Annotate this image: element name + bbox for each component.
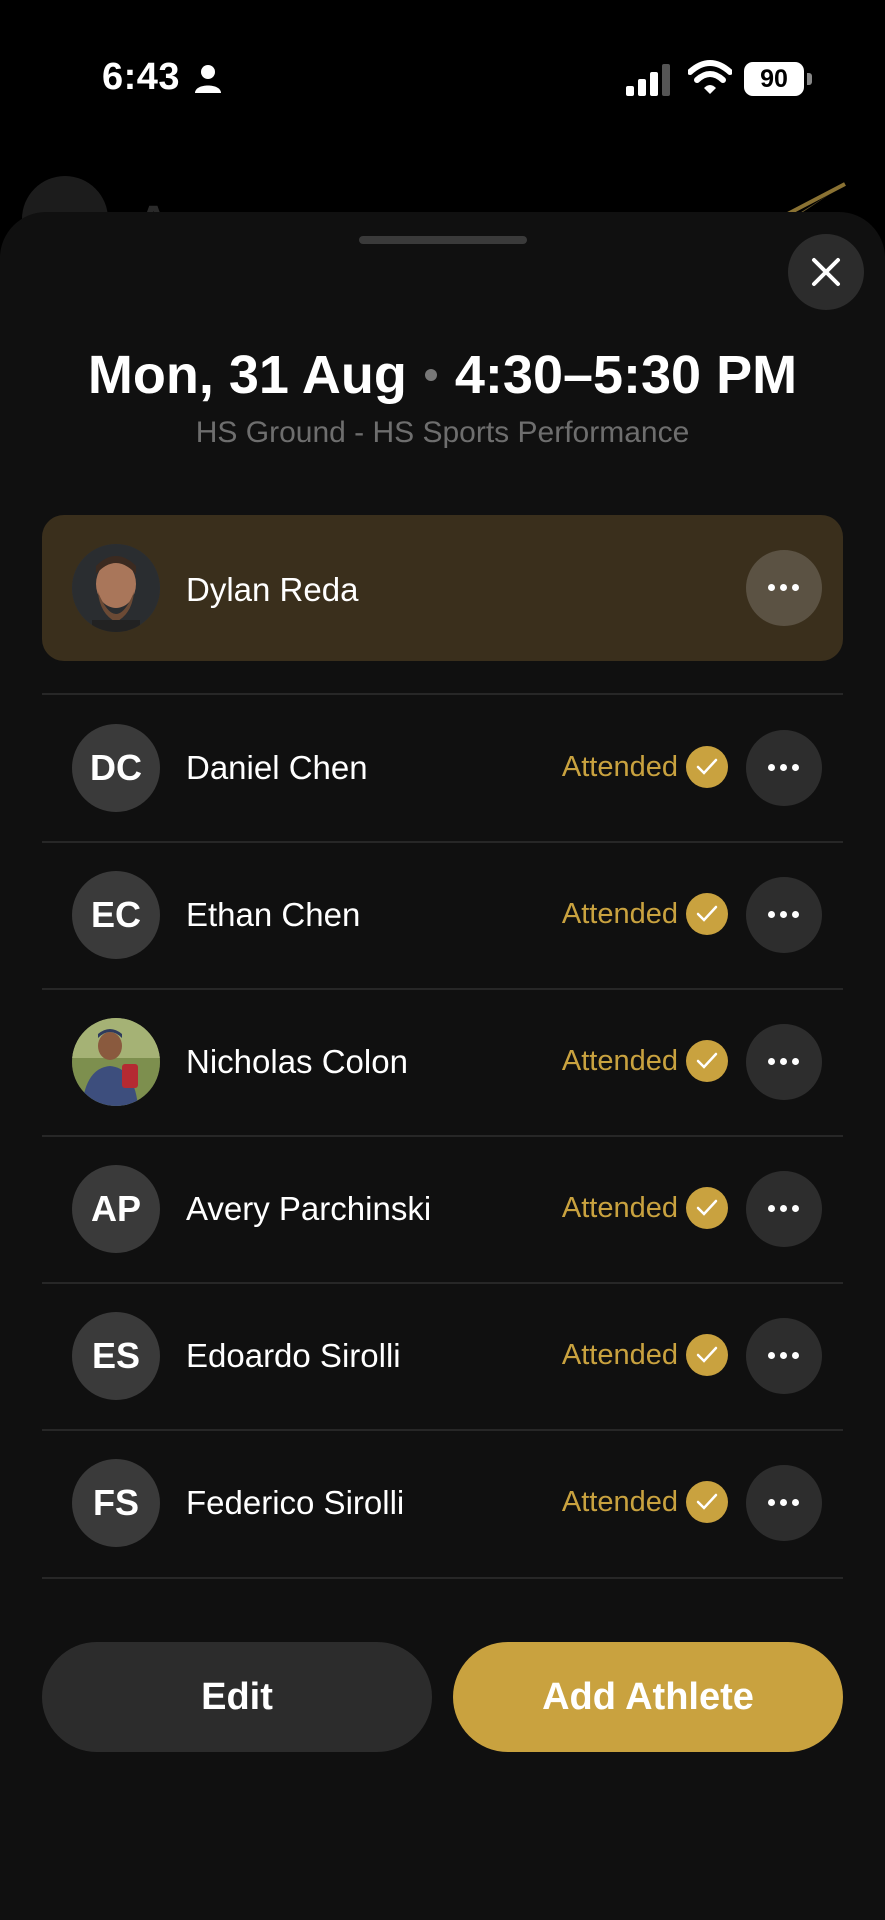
more-icon [768, 1205, 800, 1213]
athlete-avatar: AP [72, 1165, 160, 1253]
battery-tip [807, 73, 812, 85]
athlete-avatar: DC [72, 724, 160, 812]
athlete-name: Avery Parchinski [186, 1190, 432, 1227]
coach-name: Dylan Reda [186, 571, 359, 608]
athlete-row[interactable]: ES Edoardo Sirolli Attended [42, 1283, 843, 1429]
sheet-grabber[interactable] [359, 236, 527, 244]
athlete-initials: DC [90, 747, 142, 788]
athlete-more-button[interactable] [746, 877, 822, 953]
separator-dot [424, 368, 437, 381]
athlete-more-button[interactable] [746, 1171, 822, 1247]
check-icon [686, 893, 728, 935]
edit-button[interactable]: Edit [42, 1642, 432, 1752]
battery-level: 90 [744, 62, 804, 96]
close-icon [812, 258, 840, 286]
athlete-name: Nicholas Colon [186, 1043, 408, 1080]
athlete-name: Daniel Chen [186, 749, 368, 786]
close-button[interactable] [788, 234, 864, 310]
session-time: 4:30–5:30 PM [454, 345, 798, 405]
athlete-avatar: ES [72, 1312, 160, 1400]
more-icon [768, 911, 800, 919]
athlete-initials: AP [90, 1188, 141, 1229]
athlete-name: Edoardo Sirolli [186, 1337, 401, 1374]
athlete-initials: EC [90, 894, 141, 935]
more-icon [768, 1352, 800, 1360]
coach-more-button[interactable] [746, 550, 822, 626]
divider [42, 1577, 843, 1579]
check-icon [686, 1481, 728, 1523]
athlete-more-button[interactable] [746, 1024, 822, 1100]
athlete-name: Federico Sirolli [186, 1484, 405, 1521]
athlete-avatar: EC [72, 871, 160, 959]
athlete-initials: ES [91, 1335, 141, 1376]
athlete-more-button[interactable] [746, 1318, 822, 1394]
attendance-status: Attended [561, 751, 678, 783]
more-icon [768, 1058, 800, 1066]
athlete-avatar-photo [72, 1018, 160, 1106]
add-athlete-button[interactable]: Add Athlete [453, 1642, 843, 1752]
battery-icon: 90 [744, 62, 812, 96]
athlete-more-button[interactable] [746, 1465, 822, 1541]
athlete-row[interactable]: Nicholas Colon Attended [42, 989, 843, 1135]
session-location: HS Ground - HS Sports Performance [195, 416, 690, 449]
more-icon [768, 764, 800, 772]
attendance-status: Attended [561, 1339, 678, 1371]
athlete-initials: FS [92, 1482, 139, 1523]
wifi-icon [688, 60, 732, 94]
more-icon [768, 584, 800, 592]
status-bar: 6:43 90 [0, 0, 885, 160]
athlete-name: Ethan Chen [186, 896, 361, 933]
signal-icon [626, 64, 670, 96]
check-icon [686, 1334, 728, 1376]
athlete-row[interactable]: FS Federico Sirolli Attended [42, 1430, 843, 1576]
more-icon [768, 1499, 800, 1507]
session-date: Mon, 31 Aug [87, 345, 407, 405]
athlete-row[interactable]: DC Daniel Chen Attended [42, 695, 843, 841]
person-icon [195, 65, 221, 93]
check-icon [686, 1040, 728, 1082]
attendance-status: Attended [561, 1192, 678, 1224]
athlete-row[interactable]: AP Avery Parchinski Attended [42, 1136, 843, 1282]
check-icon [686, 746, 728, 788]
athlete-more-button[interactable] [746, 730, 822, 806]
athlete-avatar [72, 1018, 160, 1106]
coach-avatar [72, 544, 160, 632]
coach-card[interactable]: Dylan Reda [42, 515, 843, 661]
session-title: Mon, 31 Aug 4:30–5:30 PM [0, 344, 885, 406]
attendance-status: Attended [561, 1045, 678, 1077]
athlete-row[interactable]: EC Ethan Chen Attended [42, 842, 843, 988]
attendance-status: Attended [561, 1486, 678, 1518]
attendance-status: Attended [561, 898, 678, 930]
status-time: 6:43 [102, 56, 181, 98]
check-icon [686, 1187, 728, 1229]
session-sheet: Mon, 31 Aug 4:30–5:30 PM HS Ground - HS S… [0, 212, 885, 1920]
coach-avatar-photo [72, 544, 160, 632]
athlete-avatar: FS [72, 1459, 160, 1547]
